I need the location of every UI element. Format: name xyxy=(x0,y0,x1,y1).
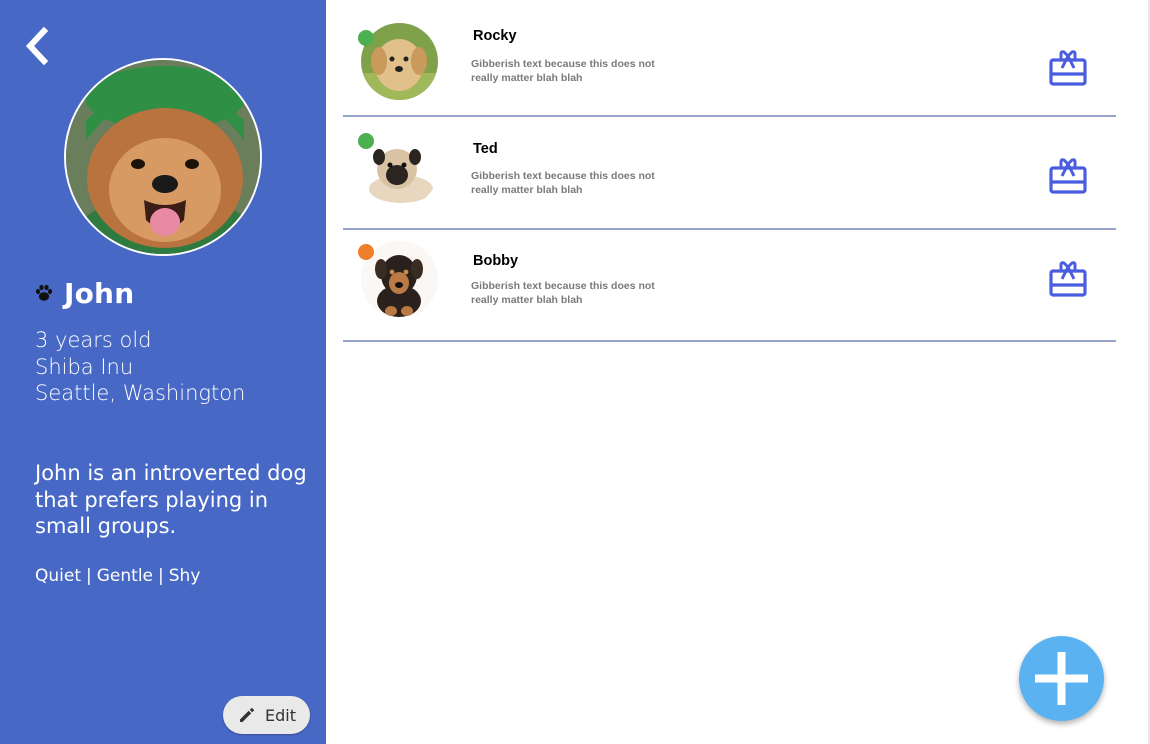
friend-description: Gibberish text because this does not rea… xyxy=(471,280,655,306)
friends-panel: Rocky Gibberish text because this does n… xyxy=(326,0,1150,744)
friend-row[interactable]: Ted Gibberish text because this does not… xyxy=(343,118,1116,230)
profile-avatar xyxy=(64,58,262,256)
gift-card-button[interactable] xyxy=(1048,156,1088,196)
status-dot-online xyxy=(358,133,374,149)
chevron-left-icon xyxy=(25,26,49,66)
profile-sidebar: John 3 years old Shiba Inu Seattle, Wash… xyxy=(0,0,326,744)
edit-button-label: Edit xyxy=(265,705,296,725)
status-dot-away xyxy=(358,244,374,260)
friend-row[interactable]: Bobby Gibberish text because this does n… xyxy=(343,230,1116,342)
gift-card-button[interactable] xyxy=(1048,259,1088,299)
pencil-icon xyxy=(240,707,255,722)
profile-age: 3 years old xyxy=(35,328,152,352)
plus-icon xyxy=(1035,652,1088,705)
profile-name-row: John xyxy=(34,274,134,312)
paw-icon xyxy=(35,284,53,301)
tag-shy: Shy xyxy=(168,566,201,586)
friend-description: Gibberish text because this does not rea… xyxy=(471,58,655,84)
profile-tags: Quiet | Gentle | Shy xyxy=(35,566,200,586)
gift-card-button[interactable] xyxy=(1048,48,1088,88)
profile-name: John xyxy=(64,276,135,310)
friend-name: Bobby xyxy=(473,253,519,269)
gift-card-icon xyxy=(1049,261,1087,297)
edit-button[interactable]: Edit xyxy=(223,696,310,734)
profile-location: Seattle, Washington xyxy=(35,381,246,405)
row-divider xyxy=(343,340,1116,342)
status-dot-online xyxy=(358,30,374,46)
tag-gentle: Gentle xyxy=(96,566,154,586)
tag-separator: | xyxy=(86,566,92,586)
back-button[interactable] xyxy=(20,26,54,66)
friend-row[interactable]: Rocky Gibberish text because this does n… xyxy=(343,5,1116,117)
profile-bio: John is an introverted dog that prefers … xyxy=(35,461,307,538)
gift-card-icon xyxy=(1049,158,1087,194)
add-friend-button[interactable] xyxy=(1019,636,1104,721)
profile-details: 3 years old Shiba Inu Seattle, Washingto… xyxy=(35,327,245,407)
friend-name: Rocky xyxy=(473,28,517,44)
profile-breed: Shiba Inu xyxy=(35,354,134,379)
tag-quiet: Quiet xyxy=(35,566,82,586)
friend-name: Ted xyxy=(473,141,498,157)
row-divider xyxy=(343,115,1116,117)
tag-separator: | xyxy=(158,566,164,586)
gift-card-icon xyxy=(1049,50,1087,86)
friend-description: Gibberish text because this does not rea… xyxy=(471,170,655,196)
